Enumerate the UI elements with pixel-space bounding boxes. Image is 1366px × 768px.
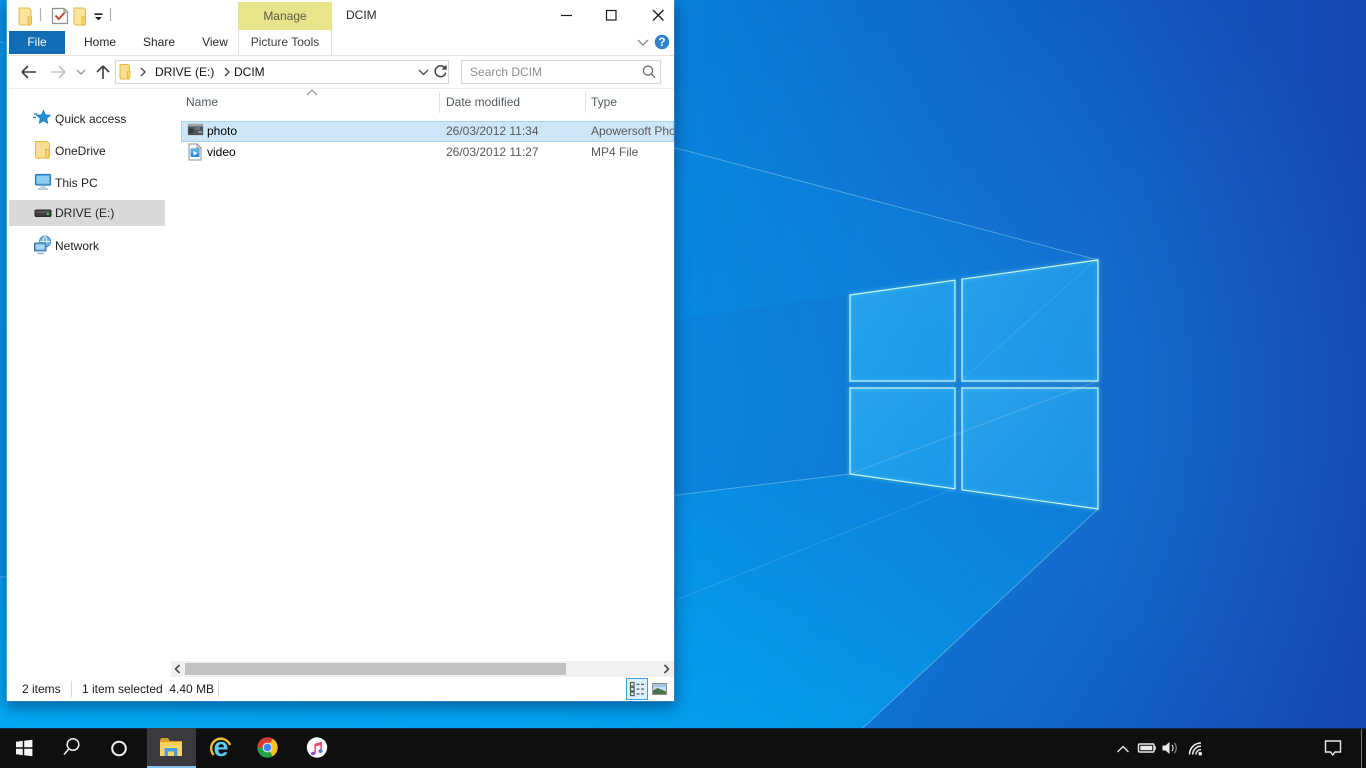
svg-text:e: e bbox=[213, 732, 228, 762]
svg-text:?: ? bbox=[658, 37, 665, 49]
